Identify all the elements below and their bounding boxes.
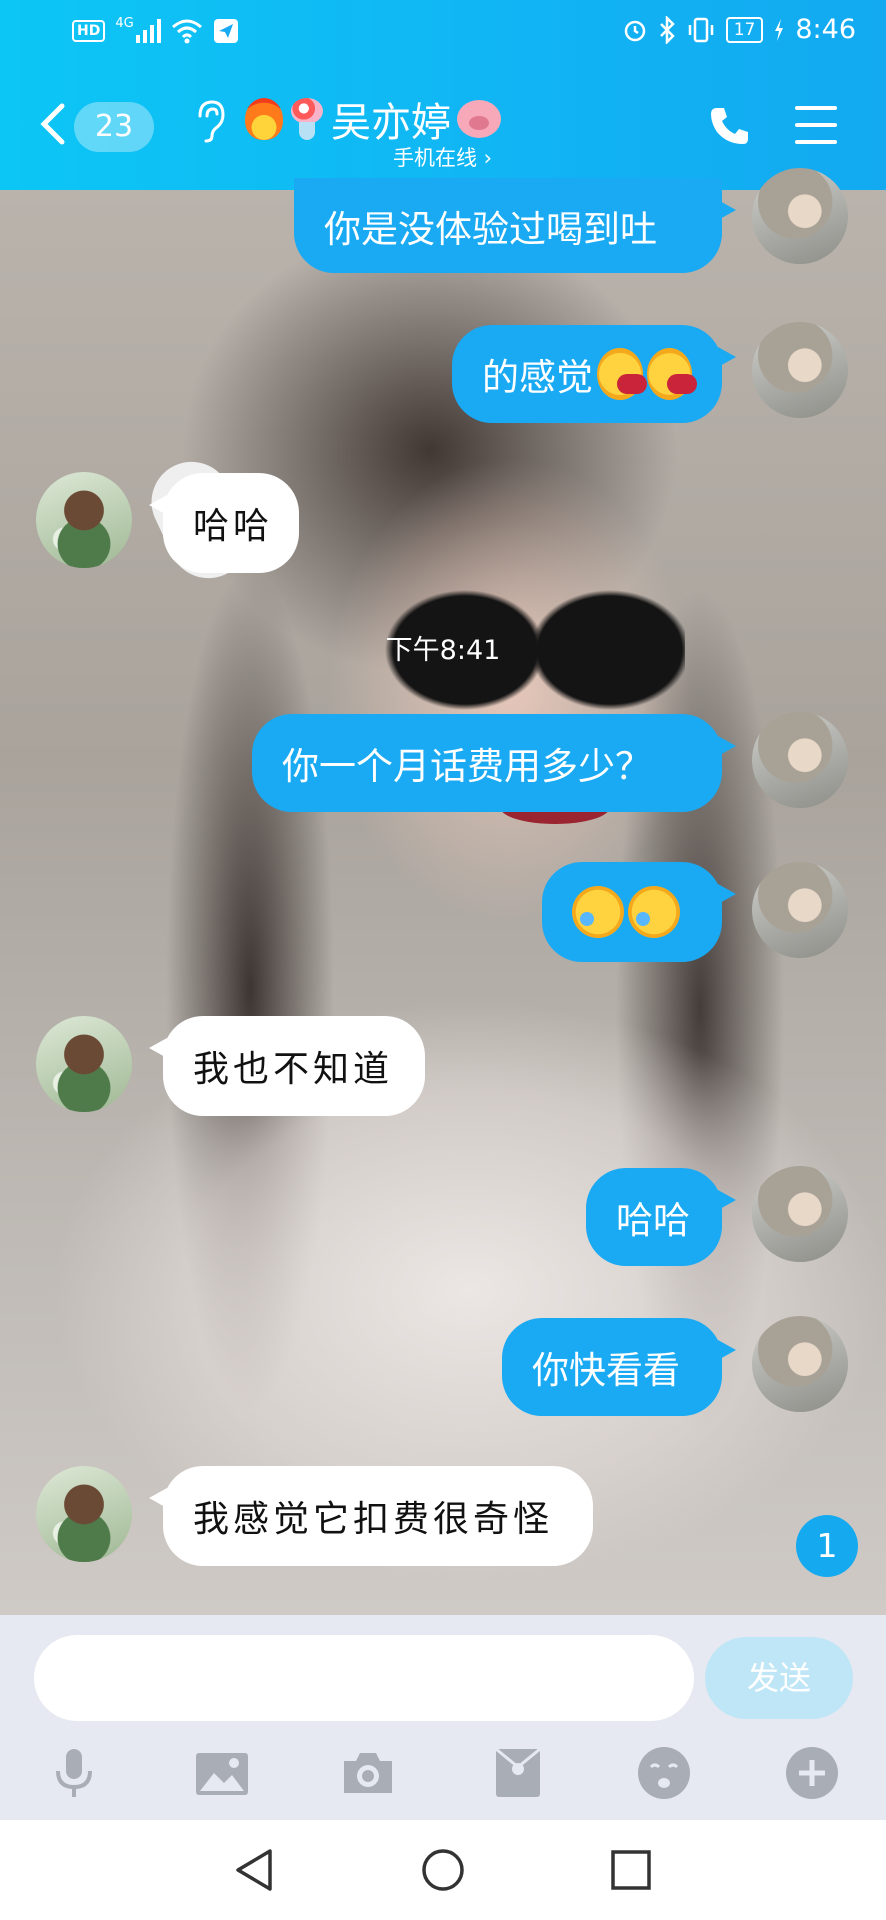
phone-call-icon[interactable] — [707, 104, 751, 148]
microphone-icon[interactable] — [46, 1745, 102, 1801]
sweat-kiss-emoji-icon — [646, 348, 696, 400]
ice-cream-emoji-icon — [287, 96, 327, 142]
message-text: 哈哈 — [193, 506, 274, 547]
network-type: 4G — [115, 15, 134, 31]
message-text: 我也不知道 — [193, 1049, 394, 1090]
contact-name: 吴亦婷 — [331, 100, 451, 146]
message-input[interactable] — [34, 1635, 694, 1721]
red-packet-icon[interactable] — [490, 1745, 546, 1801]
my-avatar[interactable] — [752, 862, 848, 958]
battery-indicator: 17 — [725, 16, 764, 43]
message-text: 我感觉它扣费很奇怪 — [193, 1499, 554, 1540]
my-avatar[interactable] — [752, 322, 848, 418]
message-text: 你快看看 — [532, 1349, 680, 1392]
wifi-icon — [171, 19, 202, 44]
incoming-message-bubble[interactable]: 哈哈 — [149, 473, 299, 573]
fire-emoji-icon — [245, 98, 283, 140]
my-avatar[interactable] — [752, 1316, 848, 1412]
send-button[interactable]: 发送 — [705, 1637, 853, 1719]
contact-avatar[interactable] — [36, 1466, 132, 1562]
menu-hamburger-icon[interactable] — [795, 106, 837, 146]
app-notification-icon — [213, 19, 238, 43]
laugh-cry-emoji-icon — [572, 886, 624, 938]
message-text: 你一个月话费用多少？ — [282, 745, 652, 788]
unread-conversations-badge[interactable]: 23 — [74, 102, 154, 152]
hd-badge: HD — [72, 20, 106, 42]
my-avatar[interactable] — [752, 712, 848, 808]
emoji-icon[interactable] — [636, 1745, 692, 1801]
ear-icon[interactable] — [192, 98, 226, 144]
outgoing-message-bubble[interactable]: 的感觉 — [452, 325, 736, 423]
alarm-icon — [624, 20, 645, 41]
contact-online-status[interactable]: 手机在线 › — [393, 142, 492, 172]
message-text: 的感觉 — [482, 356, 593, 399]
signal-icon — [135, 19, 161, 43]
facepalm-emoji-icon — [628, 886, 680, 938]
back-chevron-icon[interactable] — [38, 102, 68, 146]
status-bar: HD 4G 17 8:46 — [0, 0, 886, 66]
chat-header: HD 4G 17 8:46 23 吴亦婷 手机在线 › — [0, 0, 886, 190]
camera-icon[interactable] — [340, 1745, 396, 1801]
chat-title[interactable]: 吴亦婷 — [245, 90, 501, 148]
bluetooth-icon — [659, 15, 675, 44]
outgoing-message-bubble[interactable]: 你快看看 — [502, 1318, 736, 1416]
charging-icon — [775, 18, 784, 41]
vibrate-icon — [688, 17, 713, 42]
incoming-message-bubble[interactable]: 我感觉它扣费很奇怪 — [149, 1466, 593, 1566]
sweat-kiss-emoji-icon — [597, 348, 647, 400]
image-icon[interactable] — [194, 1745, 254, 1801]
outgoing-message-bubble[interactable]: 哈哈 — [586, 1168, 736, 1266]
pig-emoji-icon — [457, 100, 501, 138]
outgoing-message-bubble[interactable] — [542, 862, 736, 962]
status-right: 17 8:46 — [622, 14, 856, 45]
plus-icon[interactable] — [784, 1745, 840, 1801]
contact-avatar[interactable] — [36, 1016, 132, 1112]
message-text: 你是没体验过喝到吐 — [324, 207, 657, 251]
status-left: HD 4G — [72, 15, 239, 44]
contact-avatar[interactable] — [36, 472, 132, 568]
my-avatar[interactable] — [752, 1166, 848, 1262]
new-message-count-badge[interactable]: 1 — [796, 1515, 858, 1577]
nav-home-icon[interactable] — [418, 1845, 468, 1895]
composer-toolbar — [0, 1745, 886, 1809]
status-time: 8:46 — [795, 14, 856, 45]
message-text: 哈哈 — [616, 1199, 690, 1242]
nav-back-icon[interactable] — [230, 1845, 280, 1895]
incoming-message-bubble[interactable]: 我也不知道 — [149, 1016, 425, 1116]
outgoing-message-bubble[interactable]: 你一个月话费用多少？ — [252, 714, 736, 812]
nav-recents-icon[interactable] — [606, 1845, 656, 1895]
outgoing-message-bubble[interactable]: 你是没体验过喝到吐 — [294, 178, 736, 273]
my-avatar[interactable] — [752, 168, 848, 264]
message-timestamp: 下午8:41 — [385, 635, 501, 666]
composer: 发送 — [0, 1615, 886, 1820]
system-navigation-bar — [0, 1820, 886, 1920]
